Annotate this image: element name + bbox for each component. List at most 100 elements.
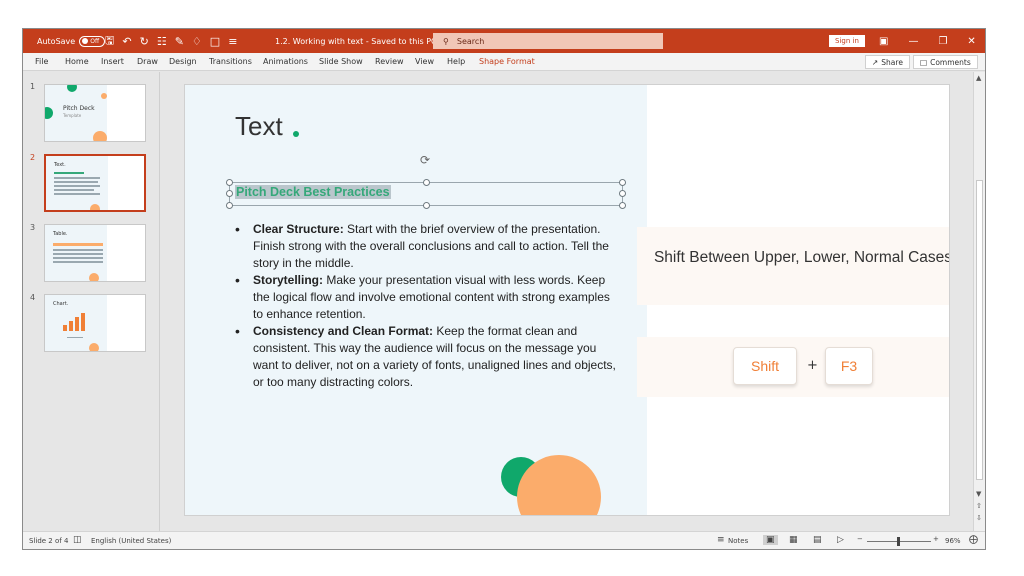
tab-design[interactable]: Design — [169, 57, 197, 66]
window-controls: ▣ — ❐ ✕ — [879, 29, 976, 53]
tab-help[interactable]: Help — [447, 57, 465, 66]
tab-review[interactable]: Review — [375, 57, 404, 66]
slide-title[interactable]: Text — [235, 111, 283, 142]
zoom-level[interactable]: 96% — [945, 537, 961, 545]
close-icon[interactable]: ✕ — [967, 36, 975, 47]
format-painter-icon[interactable]: ✎ — [175, 35, 184, 48]
scrollbar-thumb[interactable] — [976, 180, 983, 480]
resize-handle[interactable] — [226, 179, 233, 186]
current-slide[interactable]: Text ⟳ Pitch Deck Best Practices Clear S… — [184, 84, 950, 516]
normal-view-icon[interactable]: ▣ — [763, 535, 778, 545]
restore-icon[interactable]: ❐ — [938, 36, 947, 47]
resize-handle[interactable] — [226, 202, 233, 209]
scroll-down-icon[interactable]: ▼ — [976, 490, 981, 498]
slide-subtitle[interactable]: Pitch Deck Best Practices — [235, 185, 391, 199]
spelling-check-icon[interactable]: ◫ — [73, 535, 82, 545]
scroll-up-icon[interactable]: ▲ — [976, 74, 981, 82]
shape-fill-icon[interactable]: ♢ — [192, 35, 202, 48]
notes-button[interactable]: Notes — [728, 537, 748, 545]
slide-thumbnail-4[interactable]: Chart. — [44, 294, 146, 352]
thumbnail-table-row — [53, 253, 103, 255]
autosave-state: Off — [90, 37, 100, 45]
tab-shape-format[interactable]: Shape Format — [479, 57, 535, 66]
title-dot — [293, 131, 299, 137]
tab-slide-show[interactable]: Slide Show — [319, 57, 363, 66]
zoom-in-icon[interactable]: + — [933, 535, 939, 543]
slide-sorter-icon[interactable]: ▦ — [789, 535, 798, 545]
shape-icon[interactable]: □ — [210, 35, 220, 48]
slide-thumbnail-2[interactable]: Text. — [44, 154, 146, 212]
share-icon: ↗ — [872, 57, 879, 67]
slide-counter: Slide 2 of 4 — [29, 537, 69, 545]
tab-view[interactable]: View — [415, 57, 434, 66]
slide-thumbnail-1[interactable]: Pitch Deck Template — [44, 84, 146, 142]
bullet-heading: Storytelling: — [253, 273, 324, 287]
tab-draw[interactable]: Draw — [137, 57, 158, 66]
document-title[interactable]: 1.2. Working with text - Saved to this P… — [275, 29, 437, 53]
thumbnail-table-row — [53, 249, 103, 251]
zoom-out-icon[interactable]: − — [857, 535, 863, 543]
save-icon[interactable]: 🖫 — [105, 32, 114, 51]
resize-handle[interactable] — [619, 179, 626, 186]
f3-key: F3 — [825, 347, 873, 385]
slide-thumbnail-panel[interactable]: 1 Pitch Deck Template 2 Text. 3 Table. 4… — [23, 72, 160, 531]
thumbnail-bar — [75, 317, 79, 331]
thumbnail-line — [67, 337, 83, 338]
shortcut-title: Shift Between Upper, Lower, Normal Cases — [653, 249, 950, 266]
thumbnail-line — [54, 172, 84, 174]
thumbnail-bar — [69, 321, 73, 331]
sign-in-button[interactable]: Sign in — [829, 35, 865, 47]
slide-editing-area[interactable]: Text ⟳ Pitch Deck Best Practices Clear S… — [161, 72, 973, 531]
autosave-switch[interactable]: Off — [79, 35, 106, 47]
search-icon: ⚲ — [443, 36, 449, 46]
tab-file[interactable]: File — [35, 57, 48, 66]
resize-handle[interactable] — [423, 179, 430, 186]
customize-toolbar-icon[interactable]: ≡ — [228, 35, 237, 48]
share-label: Share — [881, 57, 903, 67]
tab-animations[interactable]: Animations — [263, 57, 308, 66]
shortcut-keys-card: Shift + F3 — [637, 337, 949, 397]
bullet-list[interactable]: Clear Structure: Start with the brief ov… — [235, 221, 623, 391]
ribbon-display-icon[interactable]: ▣ — [879, 36, 888, 47]
share-button[interactable]: ↗ Share — [865, 55, 910, 69]
search-input[interactable]: ⚲ Search — [433, 33, 663, 49]
slideshow-icon[interactable]: ▷ — [837, 535, 844, 545]
slide-thumbnail-3[interactable]: Table. — [44, 224, 146, 282]
thumbnail-table-header — [53, 243, 103, 246]
language-indicator[interactable]: English (United States) — [91, 537, 171, 545]
thumbnail-line — [54, 189, 94, 191]
rotate-handle-icon[interactable]: ⟳ — [420, 153, 430, 167]
bullet-item: Clear Structure: Start with the brief ov… — [235, 221, 623, 272]
thumbnail-number: 3 — [30, 223, 36, 232]
comments-button[interactable]: □ Comments — [913, 55, 978, 69]
comments-label: Comments — [930, 57, 971, 67]
undo-icon[interactable]: ↶ — [122, 35, 131, 48]
vertical-scrollbar[interactable]: ▲ ▼ ⇧ ⇩ — [973, 72, 985, 531]
thumbnail-title: Chart. — [53, 301, 69, 307]
tab-insert[interactable]: Insert — [101, 57, 124, 66]
notes-icon: ≡ — [717, 535, 725, 545]
autosave-label: AutoSave — [37, 36, 76, 46]
thumbnail-title: Text. — [54, 162, 66, 168]
previous-slide-icon[interactable]: ⇧ — [976, 502, 982, 510]
minimize-icon[interactable]: — — [908, 36, 918, 47]
redo-icon[interactable]: ↻ — [140, 35, 149, 48]
tab-home[interactable]: Home — [65, 57, 89, 66]
next-slide-icon[interactable]: ⇩ — [976, 514, 982, 522]
thumbnail-orange-circle — [89, 343, 99, 351]
thumbnail-number: 2 — [30, 153, 36, 162]
bullet-item: Consistency and Clean Format: Keep the f… — [235, 323, 623, 391]
reading-view-icon[interactable]: ▤ — [813, 535, 822, 545]
presenter-icon[interactable]: ☷ — [157, 35, 167, 48]
resize-handle[interactable] — [423, 202, 430, 209]
resize-handle[interactable] — [226, 190, 233, 197]
ribbon-tabs: File Home Insert Draw Design Transitions… — [23, 53, 985, 71]
resize-handle[interactable] — [619, 190, 626, 197]
tab-transitions[interactable]: Transitions — [209, 57, 252, 66]
fit-to-window-icon[interactable]: ⨁ — [969, 535, 978, 545]
zoom-slider-knob[interactable] — [897, 537, 900, 546]
autosave-toggle[interactable]: AutoSave Off — [37, 29, 106, 53]
thumbnail-line — [54, 193, 100, 195]
resize-handle[interactable] — [619, 202, 626, 209]
thumbnail-line — [54, 177, 100, 179]
